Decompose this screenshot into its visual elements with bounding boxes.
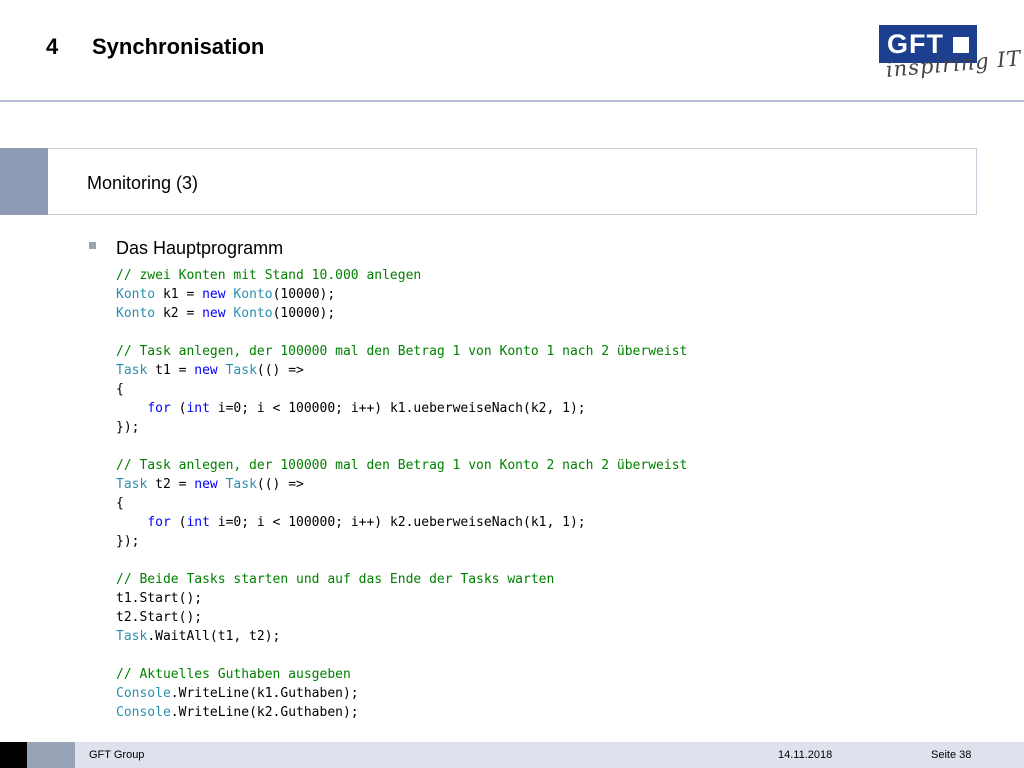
code-token-plain: (10000); bbox=[272, 306, 336, 321]
footer-black-block bbox=[0, 742, 27, 768]
code-token-plain: k1 = bbox=[155, 287, 203, 302]
code-token-plain: (() => bbox=[256, 363, 304, 378]
code-token-plain: t1.Start(); bbox=[116, 591, 203, 606]
code-token-type: Task bbox=[116, 477, 148, 492]
code-token-plain: ( bbox=[170, 401, 187, 416]
code-line: Task.WaitAll(t1, t2); bbox=[116, 627, 687, 646]
code-token-plain: t1 = bbox=[147, 363, 195, 378]
code-token-type: Konto bbox=[116, 306, 156, 321]
code-line: // zwei Konten mit Stand 10.000 anlegen bbox=[116, 266, 687, 285]
code-line: }); bbox=[116, 532, 687, 551]
code-line: // Beide Tasks starten und auf das Ende … bbox=[116, 570, 687, 589]
code-token-kw: int bbox=[186, 515, 210, 530]
code-line: // Aktuelles Guthaben ausgeben bbox=[116, 665, 687, 684]
footer-company: GFT Group bbox=[89, 749, 145, 761]
code-token-plain: }); bbox=[116, 420, 140, 435]
code-token-plain: t2 = bbox=[147, 477, 195, 492]
code-token-type: Konto bbox=[116, 287, 156, 302]
code-token-kw: new bbox=[202, 306, 226, 321]
code-line: { bbox=[116, 494, 687, 513]
code-line: Task t1 = new Task(() => bbox=[116, 361, 687, 380]
code-line: Console.WriteLine(k2.Guthaben); bbox=[116, 703, 687, 722]
code-line: Konto k2 = new Konto(10000); bbox=[116, 304, 687, 323]
code-token-type: Console bbox=[116, 686, 171, 701]
page-title: Synchronisation bbox=[92, 34, 265, 59]
code-line: t1.Start(); bbox=[116, 589, 687, 608]
code-line: for (int i=0; i < 100000; i++) k1.ueberw… bbox=[116, 399, 687, 418]
code-token-plain: i=0; i < 100000; i++) k1.ueberweiseNach(… bbox=[209, 401, 586, 416]
code-token-plain: k2 = bbox=[155, 306, 203, 321]
code-block: // zwei Konten mit Stand 10.000 anlegen K… bbox=[116, 266, 687, 722]
code-token-plain: t2.Start(); bbox=[116, 610, 203, 625]
code-line: for (int i=0; i < 100000; i++) k2.ueberw… bbox=[116, 513, 687, 532]
code-token-type: Task bbox=[225, 477, 257, 492]
footer-page-number: Seite 38 bbox=[931, 749, 972, 761]
code-token-comment: // Task anlegen, der 100000 mal den Betr… bbox=[116, 458, 688, 473]
code-line: t2.Start(); bbox=[116, 608, 687, 627]
code-token-kw: int bbox=[186, 401, 210, 416]
code-token-plain: (() => bbox=[256, 477, 304, 492]
code-token-plain: .WriteLine(k2.Guthaben); bbox=[170, 705, 359, 720]
section-title: Monitoring (3) bbox=[87, 173, 199, 193]
code-token-plain: (10000); bbox=[272, 287, 336, 302]
header-divider bbox=[0, 100, 1024, 102]
code-token-plain: }); bbox=[116, 534, 140, 549]
code-line: { bbox=[116, 380, 687, 399]
code-token-kw: for bbox=[147, 515, 171, 530]
code-token-comment: // Aktuelles Guthaben ausgeben bbox=[116, 667, 351, 682]
footer-band bbox=[75, 742, 1024, 768]
footer-date: 14.11.2018 bbox=[778, 749, 833, 761]
code-line: }); bbox=[116, 418, 687, 437]
code-token-plain: i=0; i < 100000; i++) k2.ueberweiseNach(… bbox=[209, 515, 586, 530]
code-token-kw: for bbox=[147, 401, 171, 416]
code-token-kw: new bbox=[194, 477, 218, 492]
code-token-plain: { bbox=[116, 382, 124, 397]
code-token-plain: { bbox=[116, 496, 124, 511]
code-token-kw: new bbox=[194, 363, 218, 378]
code-token-comment: // zwei Konten mit Stand 10.000 anlegen bbox=[116, 268, 422, 283]
code-line: // Task anlegen, der 100000 mal den Betr… bbox=[116, 456, 687, 475]
code-token-kw: new bbox=[202, 287, 226, 302]
code-line: // Task anlegen, der 100000 mal den Betr… bbox=[116, 342, 687, 361]
section-accent-bar bbox=[0, 148, 48, 215]
code-token-plain: ( bbox=[170, 515, 187, 530]
code-token-plain: .WaitAll(t1, t2); bbox=[147, 629, 281, 644]
code-token-plain: .WriteLine(k1.Guthaben); bbox=[170, 686, 359, 701]
section-number: 4 bbox=[46, 34, 59, 59]
footer-gray-block bbox=[27, 742, 75, 768]
code-token-type: Task bbox=[225, 363, 257, 378]
code-token-comment: // Task anlegen, der 100000 mal den Betr… bbox=[116, 344, 688, 359]
code-token-type: Task bbox=[116, 363, 148, 378]
code-token-type: Konto bbox=[233, 306, 273, 321]
code-token-type: Console bbox=[116, 705, 171, 720]
code-token-comment: // Beide Tasks starten und auf das Ende … bbox=[116, 572, 555, 587]
code-token-type: Task bbox=[116, 629, 148, 644]
code-token-type: Konto bbox=[233, 287, 273, 302]
bullet-square-icon bbox=[89, 242, 96, 249]
code-line: Task t2 = new Task(() => bbox=[116, 475, 687, 494]
code-line: Konto k1 = new Konto(10000); bbox=[116, 285, 687, 304]
code-line: Console.WriteLine(k1.Guthaben); bbox=[116, 684, 687, 703]
bullet-text: Das Hauptprogramm bbox=[116, 238, 284, 258]
